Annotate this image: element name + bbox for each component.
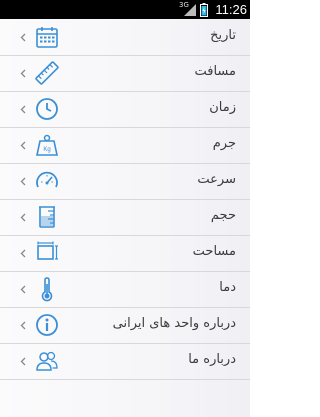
chevron-left-icon: [20, 357, 26, 366]
converter-menu: تاریخ مسافت زمان Kg جرم سرعت حجم مساحت د…: [0, 19, 250, 417]
menu-item-label: سرعت: [197, 172, 236, 187]
menu-item-time[interactable]: زمان: [0, 92, 250, 128]
menu-item-distance[interactable]: مسافت: [0, 56, 250, 92]
chevron-left-icon: [20, 249, 26, 258]
chevron-left-icon: [20, 105, 26, 114]
menu-item-area[interactable]: مساحت: [0, 236, 250, 272]
menu-item-label: مسافت: [194, 64, 236, 79]
calendar-icon: [36, 27, 58, 48]
chevron-left-icon: [20, 321, 26, 330]
info-icon: [36, 314, 58, 336]
ruler-icon: [35, 61, 59, 85]
chevron-left-icon: [20, 141, 26, 150]
speedometer-icon: [36, 171, 58, 188]
chevron-left-icon: [20, 285, 26, 294]
menu-item-date[interactable]: تاریخ: [0, 20, 250, 56]
chevron-left-icon: [20, 69, 26, 78]
menu-item-temperature[interactable]: دما: [0, 272, 250, 308]
menu-item-label: دما: [219, 280, 236, 295]
menu-item-label: زمان: [209, 100, 236, 115]
menu-item-mass[interactable]: Kg جرم: [0, 128, 250, 164]
chevron-left-icon: [20, 213, 26, 222]
menu-item-label: جرم: [212, 136, 236, 151]
menu-item-label: حجم: [210, 208, 236, 223]
area-icon: [37, 241, 58, 260]
status-bar: 3G 11:26: [0, 0, 250, 19]
signal-icon: [184, 4, 196, 16]
menu-item-speed[interactable]: سرعت: [0, 164, 250, 200]
menu-item-volume[interactable]: حجم: [0, 200, 250, 236]
beaker-icon: [39, 206, 55, 228]
menu-item-label: درباره واحد های ایرانی: [112, 316, 236, 331]
menu-item-about-us[interactable]: درباره ما: [0, 344, 250, 380]
chevron-left-icon: [20, 177, 26, 186]
menu-item-label: درباره ما: [188, 352, 236, 367]
svg-text:Kg: Kg: [43, 147, 50, 153]
users-icon: [36, 351, 58, 371]
weight-icon: Kg: [36, 134, 58, 156]
menu-item-about-iranian-units[interactable]: درباره واحد های ایرانی: [0, 308, 250, 344]
thermometer-icon: [41, 277, 53, 302]
menu-item-label: تاریخ: [210, 28, 236, 43]
clock-icon: [36, 98, 58, 120]
chevron-left-icon: [20, 33, 26, 42]
clock-time: 11:26: [215, 2, 247, 17]
battery-icon: [200, 3, 208, 17]
menu-item-label: مساحت: [192, 244, 236, 259]
